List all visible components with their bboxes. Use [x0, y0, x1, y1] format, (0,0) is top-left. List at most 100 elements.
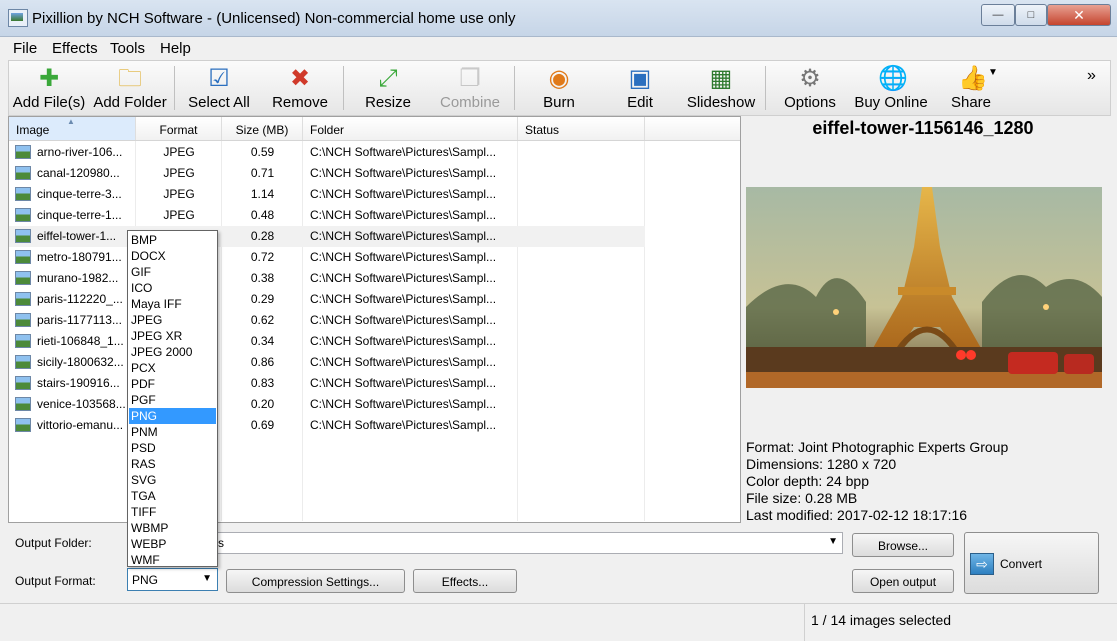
burn-button[interactable]: ◉ Burn	[519, 61, 599, 115]
resize-button[interactable]: ⤢ Resize	[348, 61, 428, 115]
combine-button[interactable]: ❐ Combine	[429, 61, 511, 115]
edit-button[interactable]: ▣ Edit	[599, 61, 681, 115]
cell-folder: C:\NCH Software\Pictures\Sampl...	[310, 250, 497, 264]
menu-help[interactable]: Help	[160, 40, 191, 57]
dropdown-option[interactable]: TGA	[129, 488, 216, 504]
share-button[interactable]: 👍 Share ▼	[934, 61, 1008, 115]
convert-button[interactable]: ⇨ Convert	[964, 532, 1099, 594]
minimize-button[interactable]: —	[981, 4, 1015, 26]
cell-image-name: cinque-terre-3...	[37, 187, 122, 201]
close-button[interactable]: ✕	[1047, 4, 1111, 26]
output-format-value: PNG	[132, 573, 159, 587]
image-thumbnail-icon	[15, 166, 31, 180]
column-header-folder[interactable]: Folder	[303, 117, 518, 140]
add-folder-button[interactable]: 🗀 Add Folder	[89, 61, 171, 115]
table-row[interactable]: cinque-terre-1... JPEG 0.48 C:\NCH Software…	[9, 205, 740, 226]
slideshow-button[interactable]: ▦ Slideshow	[681, 61, 761, 115]
table-row[interactable]: venice-103568... 0.20 C:\NCH Software\Pict…	[9, 394, 740, 415]
image-thumbnail-icon	[15, 397, 31, 411]
column-header-size[interactable]: Size (MB)	[222, 117, 303, 140]
add-files-button[interactable]: ✚ Add File(s)	[9, 61, 89, 115]
cell-folder: C:\NCH Software\Pictures\Sampl...	[310, 229, 497, 243]
dropdown-option[interactable]: SVG	[129, 472, 216, 488]
cell-size: 0.86	[250, 355, 275, 369]
cell-folder: C:\NCH Software\Pictures\Sampl...	[310, 376, 497, 390]
dropdown-option[interactable]: PGF	[129, 392, 216, 408]
cell-size: 1.14	[250, 187, 275, 201]
status-text: 1 / 14 images selected	[811, 612, 952, 628]
chevron-down-icon[interactable]: ▼	[828, 536, 838, 547]
table-row[interactable]: eiffel-tower-1... 0.28 C:\NCH Software\Pic…	[9, 226, 645, 247]
cell-image-name: metro-180791...	[37, 250, 122, 264]
chevron-down-icon[interactable]: ▼	[202, 573, 212, 584]
slideshow-icon: ▦	[709, 65, 733, 92]
dropdown-option[interactable]: DOCX	[129, 248, 216, 264]
select-all-button[interactable]: ☑ Select All	[178, 61, 260, 115]
table-row[interactable]: sicily-1800632... 0.86 C:\NCH Software\Pic…	[9, 352, 740, 373]
table-row[interactable]: stairs-190916... 0.83 C:\NCH Software\Pict…	[9, 373, 740, 394]
dropdown-option[interactable]: PNG	[129, 408, 216, 424]
dropdown-option[interactable]: TIFF	[129, 504, 216, 520]
compression-settings-button[interactable]: Compression Settings...	[226, 569, 405, 593]
cell-image-name: arno-river-106...	[37, 145, 123, 159]
cell-size: 0.83	[250, 376, 275, 390]
dropdown-option[interactable]: WBMP	[129, 520, 216, 536]
cell-size: 0.29	[250, 292, 275, 306]
output-folder-combo[interactable]: s ▼	[214, 532, 843, 554]
column-header-image[interactable]: Image ▲	[9, 117, 136, 140]
table-row[interactable]: murano-1982... 0.38 C:\NCH Software\Pictur…	[9, 268, 740, 289]
table-row[interactable]: rieti-106848_1... 0.34 C:\NCH Software\Pic…	[9, 331, 740, 352]
cell-image-name: stairs-190916...	[37, 376, 120, 390]
cell-folder: C:\NCH Software\Pictures\Sampl...	[310, 292, 497, 306]
maximize-button[interactable]: □	[1015, 4, 1047, 26]
cell-size: 0.71	[250, 166, 275, 180]
table-row[interactable]: metro-180791... 0.72 C:\NCH Software\Pictu…	[9, 247, 740, 268]
file-list[interactable]: Image ▲ Format Size (MB) Folder Status a…	[8, 116, 741, 523]
dropdown-option[interactable]: PSD	[129, 440, 216, 456]
dropdown-option[interactable]: PNM	[129, 424, 216, 440]
toolbar-overflow-button[interactable]: »	[1087, 67, 1096, 85]
dropdown-option[interactable]: BMP	[129, 232, 216, 248]
dropdown-option[interactable]: WMF	[129, 552, 216, 568]
table-row[interactable]: arno-river-106... JPEG 0.59 C:\NCH Software…	[9, 142, 740, 163]
dropdown-option[interactable]: ICO	[129, 280, 216, 296]
table-row[interactable]: vittorio-emanu... 0.69 C:\NCH Software\Pic…	[9, 415, 740, 436]
menu-file[interactable]: File	[13, 40, 37, 57]
format-dropdown-list[interactable]: BMP DOCX GIF ICO Maya IFF JPEG JPEG XR JPEG 200…	[127, 230, 218, 567]
dropdown-option[interactable]: JPEG XR	[129, 328, 216, 344]
buy-online-button[interactable]: 🌐 Buy Online	[850, 61, 932, 115]
effects-button[interactable]: Effects...	[413, 569, 517, 593]
dropdown-option[interactable]: RAS	[129, 456, 216, 472]
column-header-format[interactable]: Format	[136, 117, 222, 140]
dropdown-option[interactable]: PDF	[129, 376, 216, 392]
column-header-status[interactable]: Status	[518, 117, 645, 140]
image-thumbnail-icon	[15, 292, 31, 306]
dropdown-option[interactable]: JPEG	[129, 312, 216, 328]
dropdown-option[interactable]: WEBP	[129, 536, 216, 552]
table-row[interactable]: paris-1177113... 0.62 C:\NCH Software\Pict…	[9, 310, 740, 331]
table-row[interactable]: canal-120980... JPEG 0.71 C:\NCH Software\P…	[9, 163, 740, 184]
preview-title: eiffel-tower-1156146_1280	[812, 118, 1034, 138]
remove-button[interactable]: ✖ Remove	[262, 61, 338, 115]
menu-tools[interactable]: Tools	[110, 40, 145, 57]
dropdown-option[interactable]: Maya IFF	[129, 296, 216, 312]
cell-folder: C:\NCH Software\Pictures\Sampl...	[310, 355, 497, 369]
menu-effects[interactable]: Effects	[52, 40, 98, 57]
open-output-button[interactable]: Open output	[852, 569, 954, 593]
cell-size: 0.72	[250, 250, 275, 264]
options-button[interactable]: ⚙ Options	[770, 61, 850, 115]
toolbar-separator	[514, 66, 515, 110]
table-row[interactable]: cinque-terre-3... JPEG 1.14 C:\NCH Software…	[9, 184, 740, 205]
dropdown-option[interactable]: JPEG 2000	[129, 344, 216, 360]
dropdown-option[interactable]: GIF	[129, 264, 216, 280]
dropdown-option[interactable]: PCX	[129, 360, 216, 376]
output-format-select[interactable]: PNG ▼	[127, 568, 218, 591]
table-row[interactable]: paris-112220_... 0.29 C:\NCH Software\Pict…	[9, 289, 740, 310]
share-icon: 👍	[958, 65, 988, 92]
cell-folder: C:\NCH Software\Pictures\Sampl...	[310, 208, 497, 222]
browse-button[interactable]: Browse...	[852, 533, 954, 557]
output-folder-label: Output Folder:	[15, 536, 92, 550]
chevron-down-icon[interactable]: ▼	[988, 67, 998, 78]
toolbar-separator	[343, 66, 344, 110]
cell-size: 0.48	[250, 208, 275, 222]
